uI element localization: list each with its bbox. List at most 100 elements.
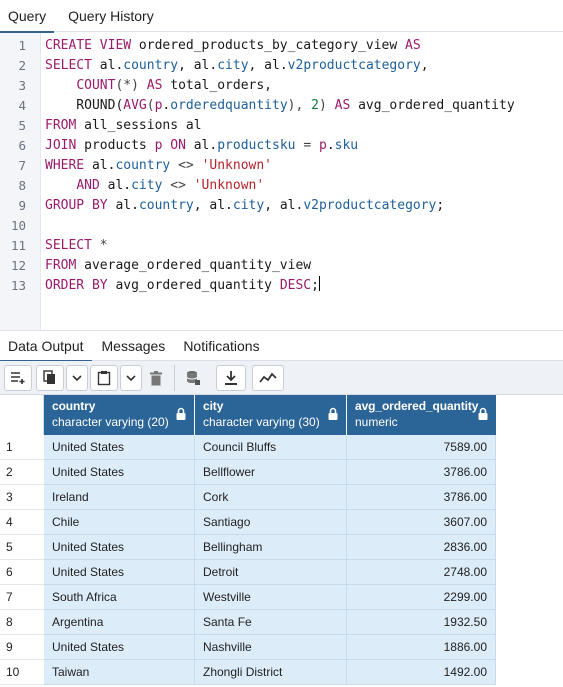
column-header-country[interactable]: country character varying (20) <box>44 395 194 435</box>
table-row[interactable]: 3 Ireland Cork 3786.00 <box>0 485 496 510</box>
table-cell[interactable]: United States <box>44 635 195 660</box>
code-line[interactable]: WHERE al.country <> 'Unknown' <box>41 156 272 176</box>
code-line[interactable]: JOIN products p ON al.productsku = p.sku <box>41 136 358 156</box>
table-cell[interactable]: Cork <box>195 485 347 510</box>
code-token: 2 <box>311 98 319 113</box>
download-icon[interactable] <box>216 365 246 391</box>
table-cell[interactable]: 7589.00 <box>347 435 496 460</box>
graph-icon[interactable] <box>252 365 284 391</box>
tab-notifications[interactable]: Notifications <box>175 331 267 361</box>
copy-icon[interactable] <box>36 365 64 391</box>
table-row[interactable]: 6 United States Detroit 2748.00 <box>0 560 496 585</box>
table-cell[interactable]: 2836.00 <box>347 535 496 560</box>
code-token: sku <box>334 138 359 153</box>
table-cell[interactable]: 2748.00 <box>347 560 496 585</box>
code-token: AVG <box>123 98 147 113</box>
code-token: city <box>131 178 163 193</box>
code-token: productsku <box>217 138 296 153</box>
row-number[interactable]: 3 <box>0 485 44 510</box>
add-row-icon[interactable] <box>4 365 32 391</box>
table-row[interactable]: 9 United States Nashville 1886.00 <box>0 635 496 660</box>
column-header-city[interactable]: city character varying (30) <box>195 395 346 435</box>
code-line[interactable]: GROUP BY al.country, al.city, al.v2produ… <box>41 196 444 216</box>
table-cell[interactable]: 3786.00 <box>347 460 496 485</box>
table-cell[interactable]: 1886.00 <box>347 635 496 660</box>
tab-data-output[interactable]: Data Output <box>0 331 92 362</box>
code-line[interactable] <box>41 216 45 236</box>
code-token: city <box>217 58 249 73</box>
tab-messages[interactable]: Messages <box>94 331 174 361</box>
table-cell[interactable]: Taiwan <box>44 660 195 685</box>
code-line[interactable]: AND al.city <> 'Unknown' <box>41 176 264 196</box>
table-cell[interactable]: Argentina <box>44 610 195 635</box>
code-line[interactable]: ORDER BY avg_ordered_quantity DESC; <box>41 276 320 296</box>
row-number[interactable]: 1 <box>0 435 44 460</box>
table-row[interactable]: 8 Argentina Santa Fe 1932.50 <box>0 610 496 635</box>
code-line[interactable]: SELECT al.country, al.city, al.v2product… <box>41 56 429 76</box>
tab-query-history[interactable]: Query History <box>60 0 162 32</box>
table-cell[interactable]: United States <box>44 435 195 460</box>
code-token: <> <box>162 178 194 193</box>
row-number[interactable]: 7 <box>0 585 44 610</box>
code-token: SELECT <box>45 238 100 253</box>
table-row[interactable]: 5 United States Bellingham 2836.00 <box>0 535 496 560</box>
row-number[interactable]: 9 <box>0 635 44 660</box>
row-number[interactable]: 6 <box>0 560 44 585</box>
table-cell[interactable]: 1932.50 <box>347 610 496 635</box>
code-line[interactable]: FROM average_ordered_quantity_view <box>41 256 311 276</box>
row-number[interactable]: 10 <box>0 660 44 685</box>
lock-icon <box>328 407 338 425</box>
table-cell[interactable]: Santa Fe <box>195 610 347 635</box>
code-line[interactable]: ROUND(AVG(p.orderedquantity), 2) AS avg_… <box>41 96 514 116</box>
table-cell[interactable]: 3607.00 <box>347 510 496 535</box>
row-number[interactable]: 2 <box>0 460 44 485</box>
row-number[interactable]: 8 <box>0 610 44 635</box>
table-cell[interactable]: Westville <box>195 585 347 610</box>
table-row[interactable]: 10 Taiwan Zhongli District 1492.00 <box>0 660 496 685</box>
tab-query[interactable]: Query <box>0 0 55 33</box>
table-cell[interactable]: United States <box>44 535 195 560</box>
code-line[interactable]: FROM all_sessions al <box>41 116 202 136</box>
table-cell[interactable]: Detroit <box>195 560 347 585</box>
table-cell[interactable]: Council Bluffs <box>195 435 347 460</box>
sql-editor[interactable]: 1 2 3 4 5 6 7 8 9 10 11 12 13 CREATE VIEW ordered_pr… <box>0 33 563 330</box>
table-cell[interactable]: South Africa <box>44 585 195 610</box>
code-line[interactable]: COUNT(*) AS total_orders, <box>41 76 272 96</box>
column-name: city <box>203 399 224 413</box>
row-number-header <box>0 395 44 435</box>
paste-icon[interactable] <box>90 365 118 391</box>
table-cell[interactable]: Santiago <box>195 510 347 535</box>
table-cell[interactable]: 1492.00 <box>347 660 496 685</box>
code-token: ) <box>318 98 335 113</box>
column-header-avg-ordered-quantity[interactable]: avg_ordered_quantity numeric <box>347 395 496 435</box>
code-token: (*) <box>115 78 147 93</box>
table-cell[interactable]: Nashville <box>195 635 347 660</box>
table-cell[interactable]: United States <box>44 560 195 585</box>
code-token: JOIN <box>45 138 85 153</box>
line-number: 2 <box>18 58 26 73</box>
row-number[interactable]: 4 <box>0 510 44 535</box>
table-cell[interactable]: Bellflower <box>195 460 347 485</box>
table-row[interactable]: 4 Chile Santiago 3607.00 <box>0 510 496 535</box>
table-cell[interactable]: 3786.00 <box>347 485 496 510</box>
row-number[interactable]: 5 <box>0 535 44 560</box>
copy-options-chevron-down-icon[interactable] <box>66 365 88 391</box>
table-cell[interactable]: 2299.00 <box>347 585 496 610</box>
code-line[interactable]: SELECT * <box>41 236 108 256</box>
table-cell[interactable]: Ireland <box>44 485 195 510</box>
code-line[interactable]: CREATE VIEW ordered_products_by_category… <box>41 36 421 56</box>
table-cell[interactable]: Zhongli District <box>195 660 347 685</box>
code-token: total_orders, <box>170 78 272 93</box>
table-cell[interactable]: Bellingham <box>195 535 347 560</box>
code-token: CREATE VIEW <box>45 38 139 53</box>
paste-options-chevron-down-icon[interactable] <box>120 365 142 391</box>
code-token: ORDER BY <box>45 278 116 293</box>
code-area[interactable]: CREATE VIEW ordered_products_by_category… <box>41 33 563 330</box>
table-row[interactable]: 7 South Africa Westville 2299.00 <box>0 585 496 610</box>
table-cell[interactable]: United States <box>44 460 195 485</box>
table-row[interactable]: 1 United States Council Bluffs 7589.00 <box>0 435 496 460</box>
delete-icon[interactable] <box>144 365 168 391</box>
save-data-icon[interactable] <box>178 365 208 391</box>
table-row[interactable]: 2 United States Bellflower 3786.00 <box>0 460 496 485</box>
table-cell[interactable]: Chile <box>44 510 195 535</box>
